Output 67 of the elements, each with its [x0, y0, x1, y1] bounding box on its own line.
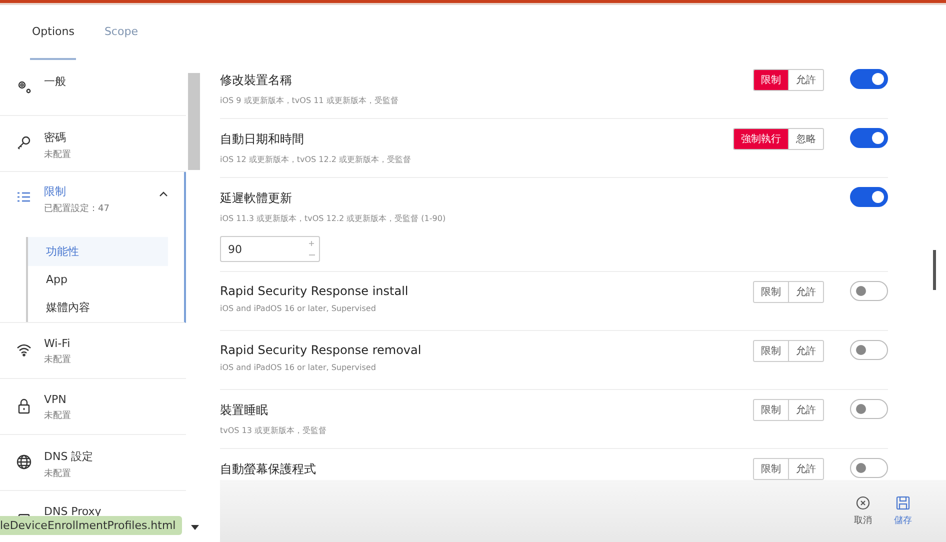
cancel-button[interactable]: 取消 [854, 496, 872, 526]
setting-title: 修改裝置名稱 [220, 72, 293, 89]
item-title: VPN [44, 393, 68, 406]
item-title: 一般 [44, 74, 67, 89]
scrollbar-thumb[interactable] [933, 250, 936, 290]
segment-option[interactable]: 允許 [788, 282, 823, 302]
gear-icon [16, 79, 32, 95]
setting-description: iOS 9 或更新版本，tvOS 11 或更新版本，受監督 [220, 95, 400, 106]
setting-description: iOS and iPadOS 16 or later, Supervised [220, 363, 377, 372]
sidebar-item[interactable]: Wi-Fi 未配置 [0, 323, 186, 379]
sidebar-item[interactable]: DNS 設定 未配置 [0, 435, 186, 491]
dropdown-caret-icon [191, 525, 199, 530]
number-field[interactable]: 90 [220, 236, 320, 262]
segment-option[interactable]: 允許 [788, 400, 823, 420]
item-status: 未配置 [44, 410, 72, 422]
segment-option[interactable]: 忽略 [788, 129, 823, 149]
toggle-switch[interactable] [850, 281, 888, 301]
key-icon [16, 135, 32, 151]
toggle-switch[interactable] [850, 399, 888, 419]
toggle-switch[interactable] [850, 340, 888, 360]
chevron-icon[interactable] [159, 191, 168, 197]
item-status: 未配置 [44, 354, 72, 366]
segment-option[interactable]: 允許 [788, 70, 823, 90]
item-title: DNS Proxy [44, 505, 102, 518]
item-title: 密碼 [44, 130, 67, 145]
item-title: DNS 設定 [44, 449, 94, 464]
segment-option[interactable]: 允許 [788, 459, 823, 479]
tab[interactable]: Options [30, 25, 76, 60]
item-title: 限制 [44, 184, 67, 199]
sidebar-item[interactable]: 限制 已配置設定：47 功能性 App 媒體內容 [0, 172, 186, 323]
scrollbar-thumb[interactable] [188, 73, 200, 170]
setting-description: tvOS 13 或更新版本，受監督 [220, 425, 328, 436]
segment-option[interactable]: 限制 [754, 70, 788, 90]
submenu-item[interactable]: 功能性 [28, 237, 168, 266]
save-icon [896, 496, 910, 510]
toggle-switch[interactable] [850, 69, 888, 89]
setting-title: 自動日期和時間 [220, 131, 305, 148]
toggle-switch[interactable] [850, 128, 888, 148]
setting-description: iOS 12 或更新版本，tvOS 12.2 或更新版本，受監督 [220, 154, 412, 165]
setting-title: 延遲軟體更新 [220, 190, 293, 207]
segment-option[interactable]: 強制執行 [734, 129, 788, 149]
toggle-switch[interactable] [850, 187, 888, 207]
sidebar-item[interactable]: VPN 未配置 [0, 379, 186, 435]
setting-title: Rapid Security Response install [220, 284, 410, 298]
setting-title: Rapid Security Response removal [220, 343, 422, 357]
minus-icon[interactable] [309, 254, 315, 256]
wifi-icon [16, 342, 32, 358]
save-button[interactable]: 儲存 [894, 496, 912, 526]
lock-icon [16, 398, 32, 414]
setting-description: iOS and iPadOS 16 or later, Supervised [220, 304, 377, 313]
toggle-switch[interactable] [850, 458, 888, 478]
sidebar-item[interactable]: 密碼 未配置 [0, 116, 186, 172]
item-status: 已配置設定：47 [44, 202, 110, 215]
item-status: 未配置 [44, 468, 72, 480]
item-title: Wi-Fi [44, 337, 72, 350]
setting-title: 自動螢幕保護程式 [220, 461, 317, 478]
plus-icon[interactable] [309, 241, 314, 246]
setting-description: iOS 11.3 或更新版本，tvOS 12.2 或更新版本，受監督 (1-90) [220, 213, 447, 224]
submenu-item[interactable]: App [28, 266, 168, 293]
close-icon [856, 496, 870, 510]
segment-option[interactable]: 允許 [788, 341, 823, 361]
status-url: leDeviceEnrollmentProfiles.html [0, 516, 182, 535]
globe-icon [16, 454, 32, 470]
setting-title: 裝置睡眠 [220, 402, 269, 419]
submenu-item[interactable]: 媒體內容 [28, 293, 168, 322]
sidebar-item[interactable]: 一般 [0, 60, 186, 116]
item-status: 未配置 [44, 148, 72, 161]
